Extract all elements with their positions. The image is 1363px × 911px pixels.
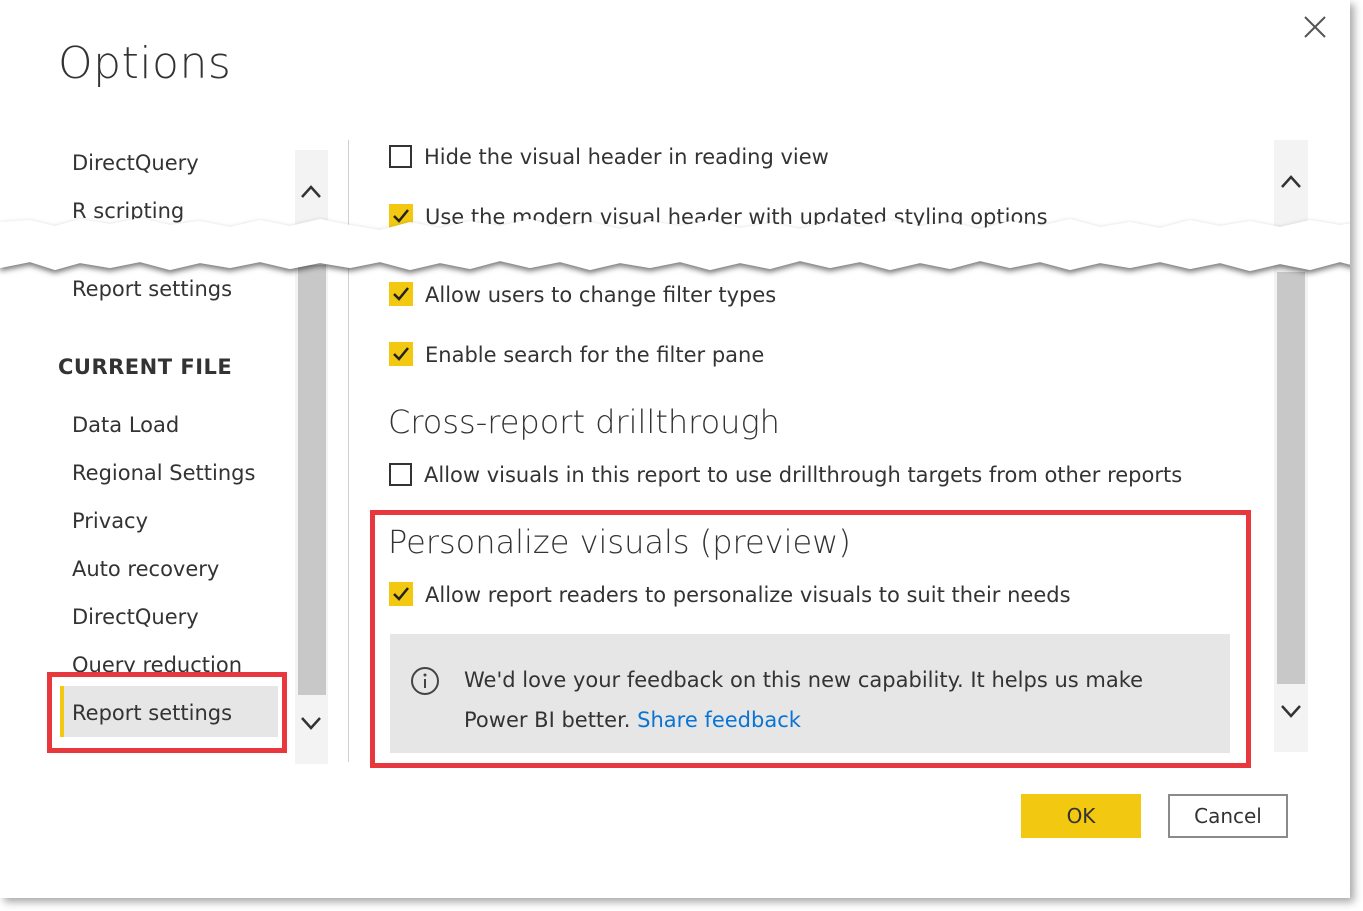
option-modern-visual-header: Use the modern visual header with update… (389, 204, 1048, 230)
close-icon[interactable] (1300, 12, 1330, 42)
change-filter-types-label: Allow users to change filter types (425, 283, 777, 307)
cross-report-drillthrough-label: Allow visuals in this report to use dril… (424, 463, 1183, 487)
nav-item-regional-settings[interactable]: Regional Settings (72, 461, 255, 485)
nav-item-directquery-global[interactable]: DirectQuery (72, 151, 199, 175)
filter-pane-search-label: Enable search for the filter pane (425, 343, 765, 367)
hide-visual-header-checkbox[interactable] (389, 144, 412, 168)
cross-report-drillthrough-checkbox[interactable] (389, 462, 412, 486)
option-hide-visual-header: Hide the visual header in reading view (389, 144, 829, 170)
nav-section-current-file: CURRENT FILE (58, 355, 233, 379)
cross-report-heading: Cross-report drillthrough (388, 403, 780, 441)
content-scroll-up-icon[interactable] (1279, 171, 1303, 195)
content-scrollbar-thumb[interactable] (1277, 272, 1305, 684)
option-cross-report-drillthrough: Allow visuals in this report to use dril… (389, 462, 1183, 488)
dialog-title: Options (58, 38, 232, 89)
hide-visual-header-label: Hide the visual header in reading view (424, 145, 829, 169)
option-change-filter-types: Allow users to change filter types (389, 282, 777, 308)
nav-item-report-settings-global[interactable]: Report settings (72, 277, 232, 301)
option-filter-pane-search: Enable search for the filter pane (389, 342, 765, 368)
nav-item-directquery[interactable]: DirectQuery (72, 605, 199, 629)
content-scroll-down-icon[interactable] (1279, 698, 1303, 722)
options-dialog: Options DirectQuery R scripting Report s… (0, 0, 1350, 898)
modern-visual-header-label: Use the modern visual header with update… (425, 205, 1048, 229)
nav-item-auto-recovery[interactable]: Auto recovery (72, 557, 219, 581)
personalize-highlight-box (370, 510, 1251, 768)
pane-divider (348, 140, 349, 762)
nav-scroll-up-icon[interactable] (299, 181, 323, 205)
nav-scroll-down-icon[interactable] (299, 710, 323, 734)
nav-item-r-scripting[interactable]: R scripting (72, 199, 184, 223)
change-filter-types-checkbox[interactable] (389, 282, 413, 306)
nav-highlight-box (47, 672, 287, 753)
filter-pane-search-checkbox[interactable] (389, 342, 413, 366)
nav-item-data-load[interactable]: Data Load (72, 413, 179, 437)
nav-item-privacy[interactable]: Privacy (72, 509, 148, 533)
modern-visual-header-checkbox[interactable] (389, 204, 413, 228)
ok-button[interactable]: OK (1021, 794, 1141, 838)
cancel-button[interactable]: Cancel (1168, 794, 1288, 838)
nav-scrollbar-thumb[interactable] (298, 265, 326, 695)
